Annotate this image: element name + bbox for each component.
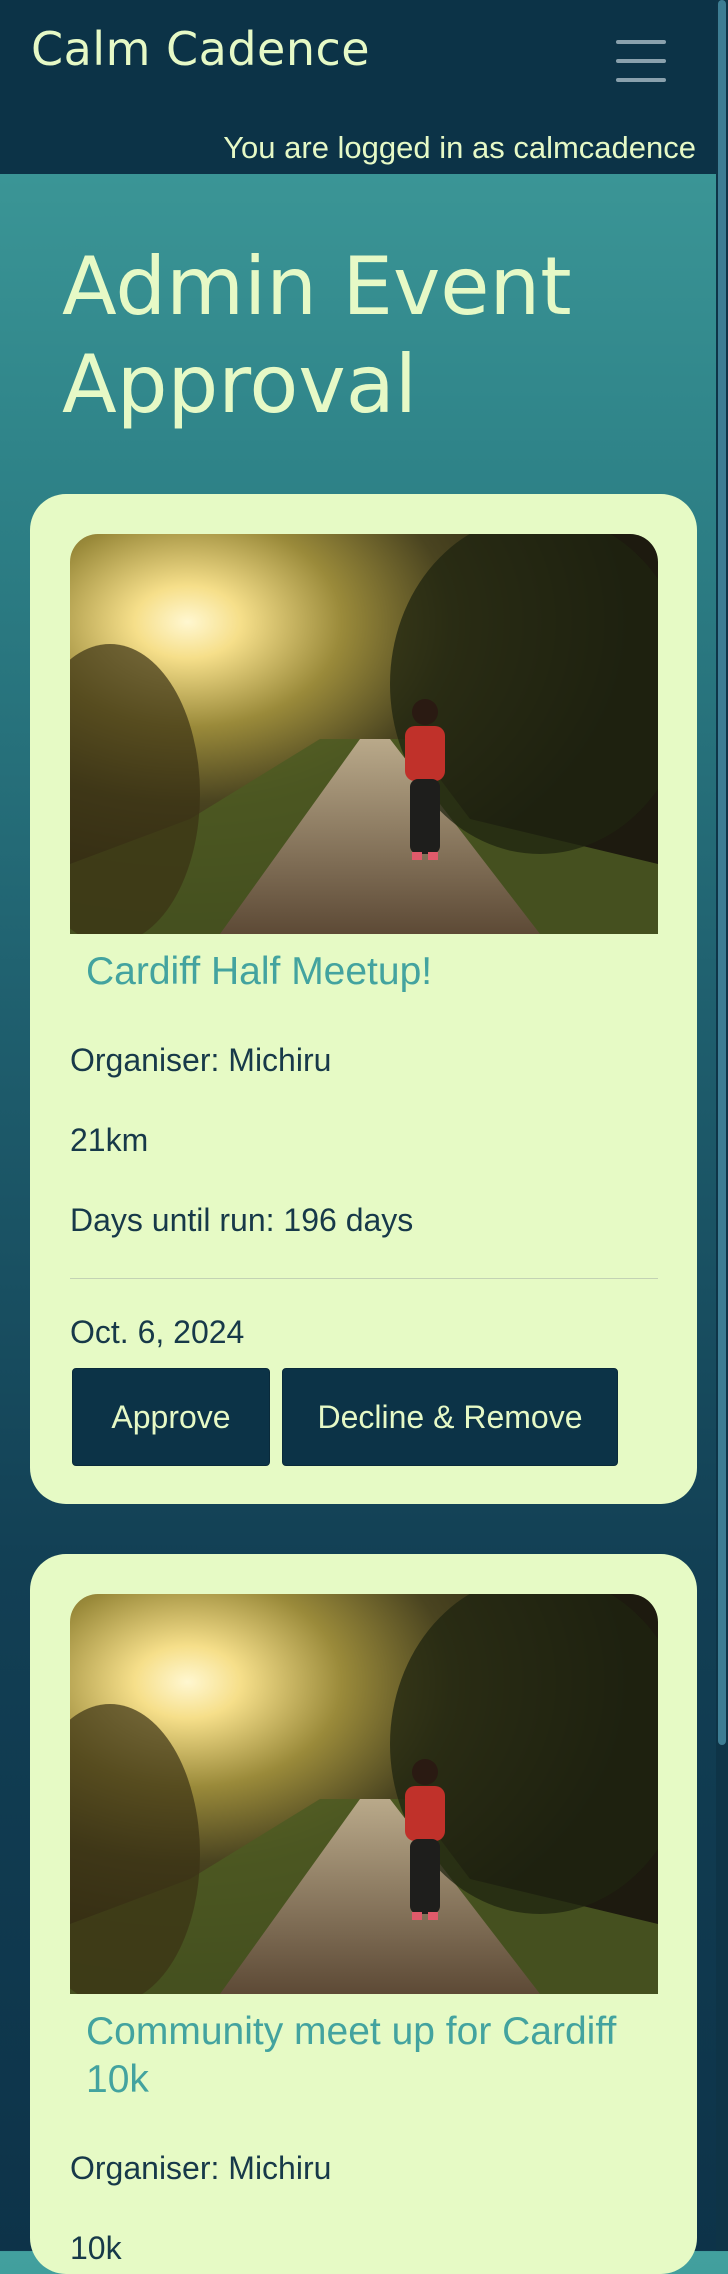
hamburger-icon <box>616 40 666 44</box>
event-title[interactable]: Cardiff Half Meetup! <box>86 948 666 996</box>
hamburger-icon-line <box>616 59 666 63</box>
scrollbar[interactable] <box>716 0 728 2251</box>
brand-logo[interactable]: Calm Cadence <box>31 22 370 76</box>
page-title: Admin Event Approval <box>62 240 572 431</box>
event-distance: 10k <box>70 2230 122 2266</box>
divider <box>70 1278 658 1279</box>
event-organiser: Organiser: Michiru <box>70 2150 332 2186</box>
navbar: Calm Cadence You are logged in as calmca… <box>0 0 716 174</box>
event-distance: 21km <box>70 1122 149 1158</box>
hamburger-icon-line <box>616 78 666 82</box>
decline-remove-button[interactable]: Decline & Remove <box>282 1368 618 1466</box>
event-organiser: Organiser: Michiru <box>70 1042 332 1078</box>
event-card: Cardiff Half Meetup! Organiser: Michiru … <box>30 494 697 1504</box>
event-image <box>70 534 658 934</box>
event-image <box>70 1594 658 1994</box>
event-card: Community meet up for Cardiff 10k Organi… <box>30 1554 697 2274</box>
menu-toggle-button[interactable] <box>616 40 668 82</box>
approve-button[interactable]: Approve <box>72 1368 270 1466</box>
login-status: You are logged in as calmcadence <box>223 130 696 165</box>
event-date: Oct. 6, 2024 <box>70 1314 245 1350</box>
event-days-until: Days until run: 196 days <box>70 1202 414 1238</box>
scrollbar-thumb[interactable] <box>718 0 726 1745</box>
event-title[interactable]: Community meet up for Cardiff 10k <box>86 2008 666 2104</box>
